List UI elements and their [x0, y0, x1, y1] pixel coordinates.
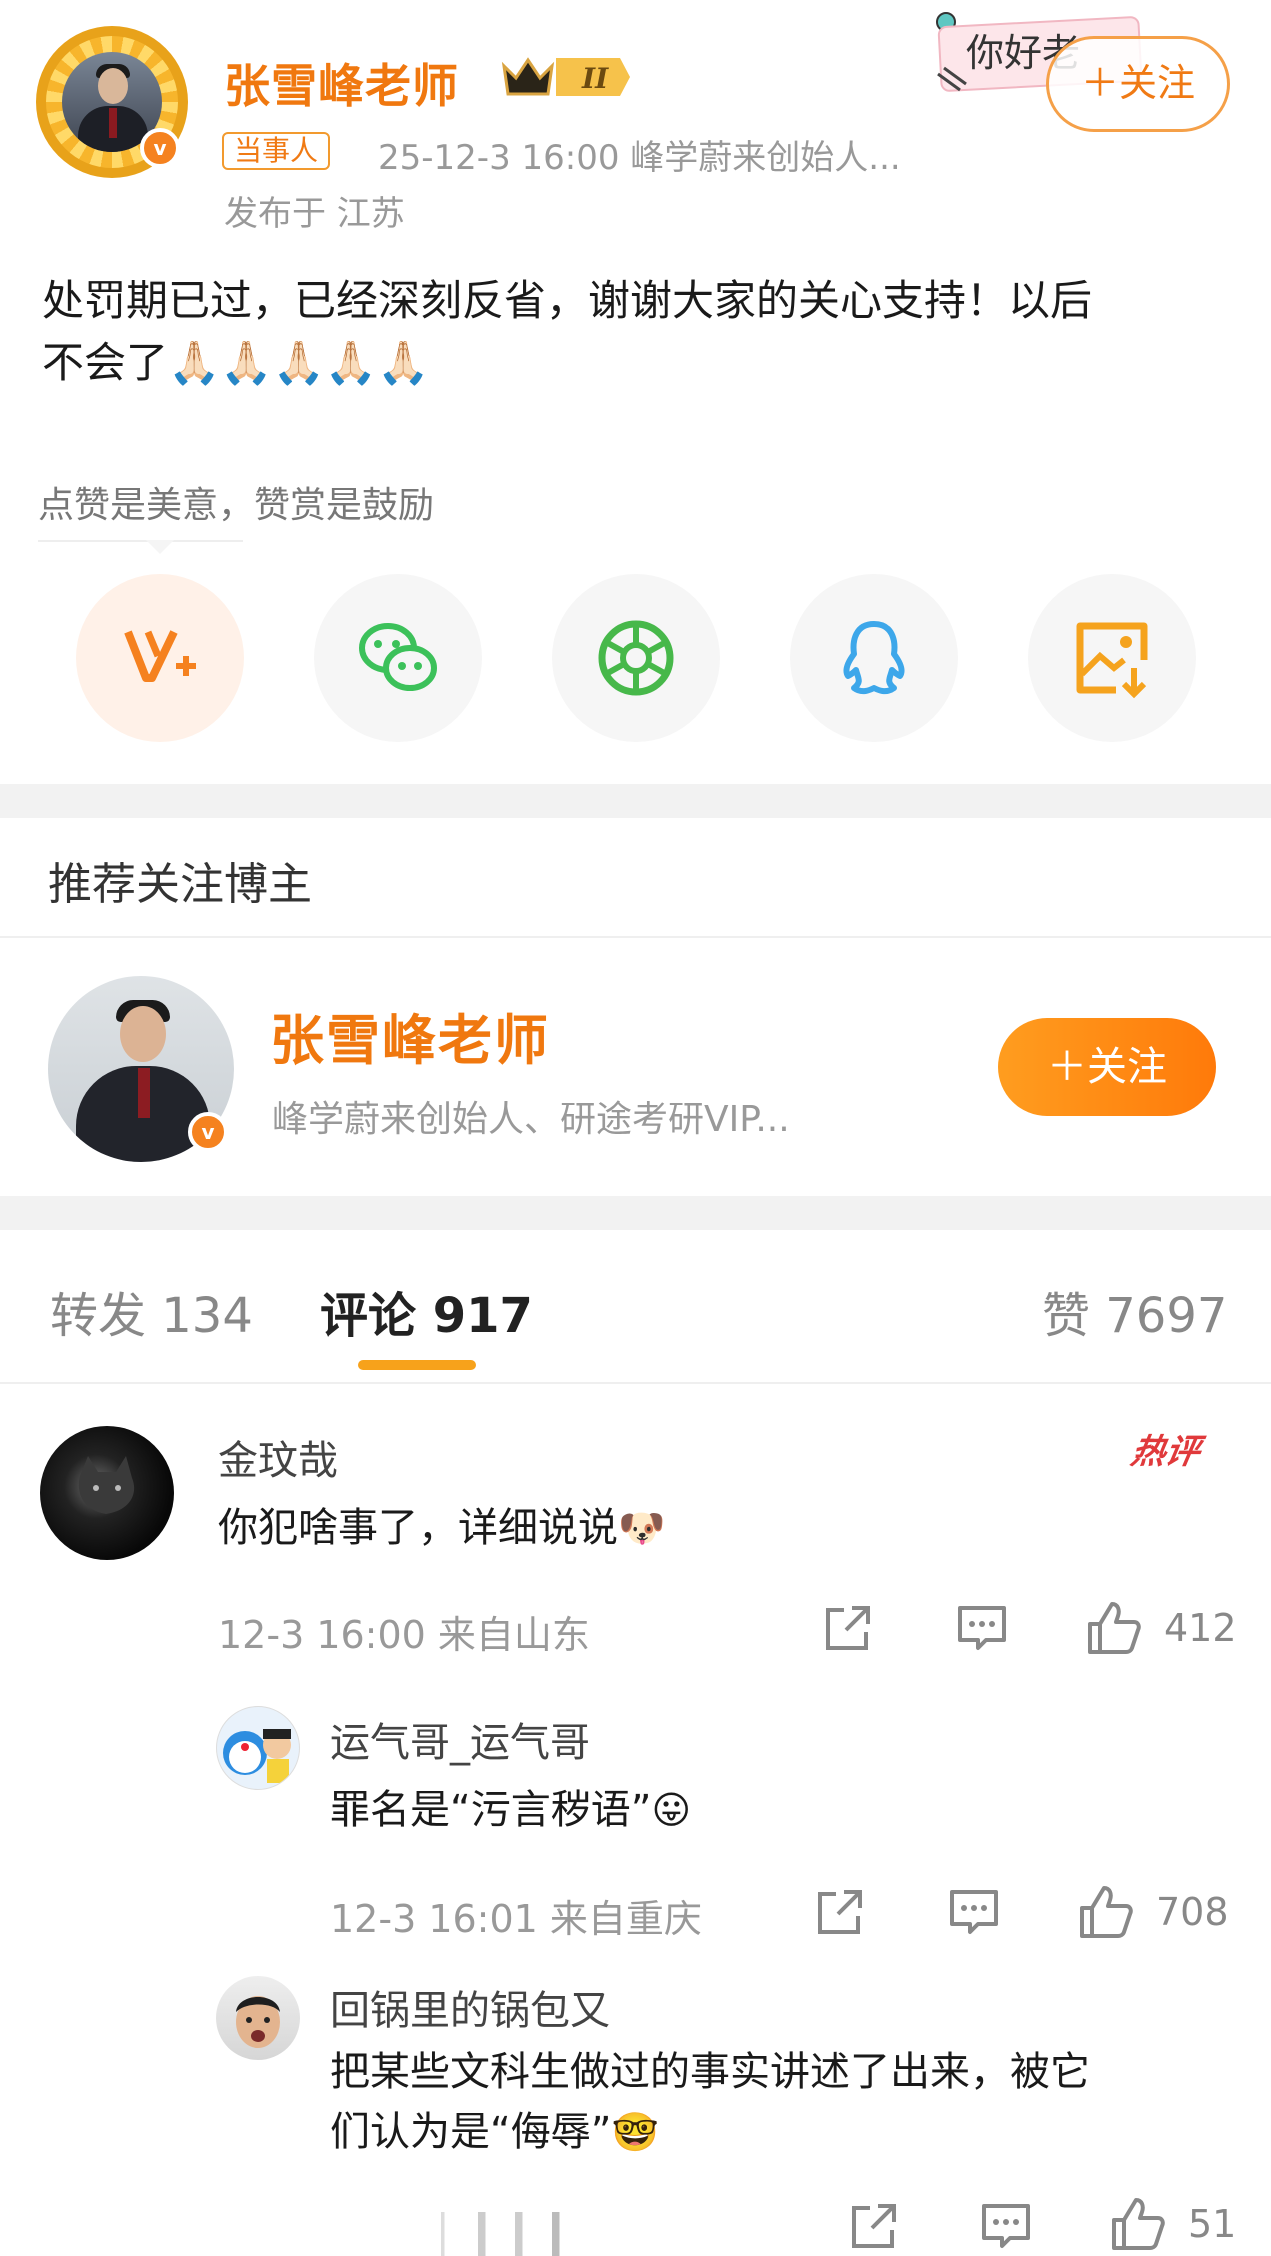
follow-button-top[interactable]: ＋关注: [1046, 36, 1230, 132]
verified-badge-icon: v: [140, 128, 180, 168]
reply-text: 把某些文科生做过的事实讲述了出来，被它 们认为是“侮辱”🤓: [330, 2042, 1230, 2162]
share-icon[interactable]: [848, 2200, 900, 2252]
like-icon[interactable]: [1110, 2196, 1166, 2252]
comment-meta: 12-3 16:00 来自山东: [218, 1613, 590, 1657]
comment-username[interactable]: 金玟哉: [218, 1428, 338, 1486]
post-text-line-1: 处罚期已过，已经深刻反省，谢谢大家的关心支持！以后: [42, 276, 1093, 325]
qq-share-button[interactable]: [790, 574, 958, 742]
person-avatar-icon: [236, 1996, 280, 2048]
moments-share-button[interactable]: [552, 574, 720, 742]
wechat-icon: [359, 623, 437, 691]
post-text-line-2: 不会了🙏🏻🙏🏻🙏🏻🙏🏻🙏🏻: [42, 338, 430, 387]
doraemon-avatar-icon: [223, 1729, 291, 1783]
tab-active-indicator: [358, 1360, 476, 1370]
like-count: 51: [1188, 2202, 1237, 2246]
post-location: 发布于 江苏: [224, 194, 405, 234]
reply-text-line-2: 们认为是“侮辱”: [330, 2109, 612, 2155]
level-badge-text: II: [581, 62, 609, 95]
reply-text-body: 罪名是“污言秽语”: [330, 1787, 652, 1833]
comment-icon[interactable]: [956, 1602, 1008, 1654]
tab-likes[interactable]: 赞 7697: [1042, 1276, 1227, 1346]
post-text: 处罚期已过，已经深刻反省，谢谢大家的关心支持！以后 不会了🙏🏻🙏🏻🙏🏻🙏🏻🙏🏻: [42, 270, 1232, 394]
tongue-emoji: 😛: [651, 1788, 692, 1832]
share-icon[interactable]: [814, 1886, 866, 1938]
v-plus-button[interactable]: [76, 574, 244, 742]
like-icon[interactable]: [1078, 1884, 1134, 1940]
qq-icon: [843, 621, 905, 695]
like-count: 412: [1164, 1606, 1237, 1650]
reply-meta: 12-3 16:01 来自重庆: [330, 1897, 702, 1941]
divider: [0, 1382, 1271, 1384]
comment-avatar[interactable]: [40, 1426, 174, 1560]
author-name[interactable]: 张雪峰老师: [224, 50, 459, 116]
comment-text-body: 你犯啥事了，详细说说: [218, 1505, 618, 1551]
reply-text-line-1: 把某些文科生做过的事实讲述了出来，被它: [330, 2049, 1090, 2095]
nerd-emoji: 🤓: [611, 2110, 659, 2154]
share-icon[interactable]: [822, 1602, 874, 1654]
crown-level-icon: II: [501, 57, 630, 96]
reply-avatar[interactable]: [216, 1976, 300, 2060]
save-image-icon: [1076, 622, 1148, 699]
comment-icon[interactable]: [980, 2200, 1032, 2252]
reward-hint: 点赞是美意，赞赏是鼓励: [38, 485, 435, 526]
like-count: 708: [1156, 1890, 1229, 1934]
recommend-section-title: 推荐关注博主: [48, 859, 312, 910]
post-time-source: 25-12-3 16:00 峰学蔚来创始人...: [378, 138, 901, 178]
role-tag: 当事人: [222, 132, 331, 170]
reply-text: 罪名是“污言秽语”😛: [330, 1780, 691, 1840]
reply-username[interactable]: 回锅里的锅包又: [330, 1978, 610, 2036]
recommend-desc: 峰学蔚来创始人、研途考研VIP...: [272, 1099, 790, 1140]
reply-avatar[interactable]: [216, 1706, 300, 1790]
hint-pointer: [146, 540, 174, 554]
reply-username[interactable]: 运气哥_运气哥: [330, 1710, 590, 1768]
comment-icon[interactable]: [948, 1886, 1000, 1938]
hot-comment-badge: 热评: [1127, 1432, 1203, 1472]
save-image-button[interactable]: [1028, 574, 1196, 742]
section-separator: [0, 784, 1271, 818]
section-separator: [0, 1196, 1271, 1230]
doge-emoji: 🐶: [618, 1506, 666, 1550]
reply-meta-partial: [330, 2212, 700, 2256]
recommend-name[interactable]: 张雪峰老师: [270, 996, 550, 1075]
wechat-share-button[interactable]: [314, 574, 482, 742]
recommend-follow-button[interactable]: ＋关注: [998, 1018, 1216, 1116]
hint-divider: [38, 540, 243, 542]
divider: [0, 936, 1271, 938]
verified-badge-icon: v: [188, 1112, 228, 1152]
moments-icon: [598, 620, 674, 696]
v-plus-icon: [124, 630, 196, 682]
like-icon[interactable]: [1086, 1600, 1142, 1656]
tab-repost[interactable]: 转发 134: [50, 1276, 253, 1346]
cat-silhouette-icon: [78, 1456, 135, 1514]
comment-text: 你犯啥事了，详细说说🐶: [218, 1498, 665, 1558]
tab-comments[interactable]: 评论 917: [320, 1276, 533, 1346]
